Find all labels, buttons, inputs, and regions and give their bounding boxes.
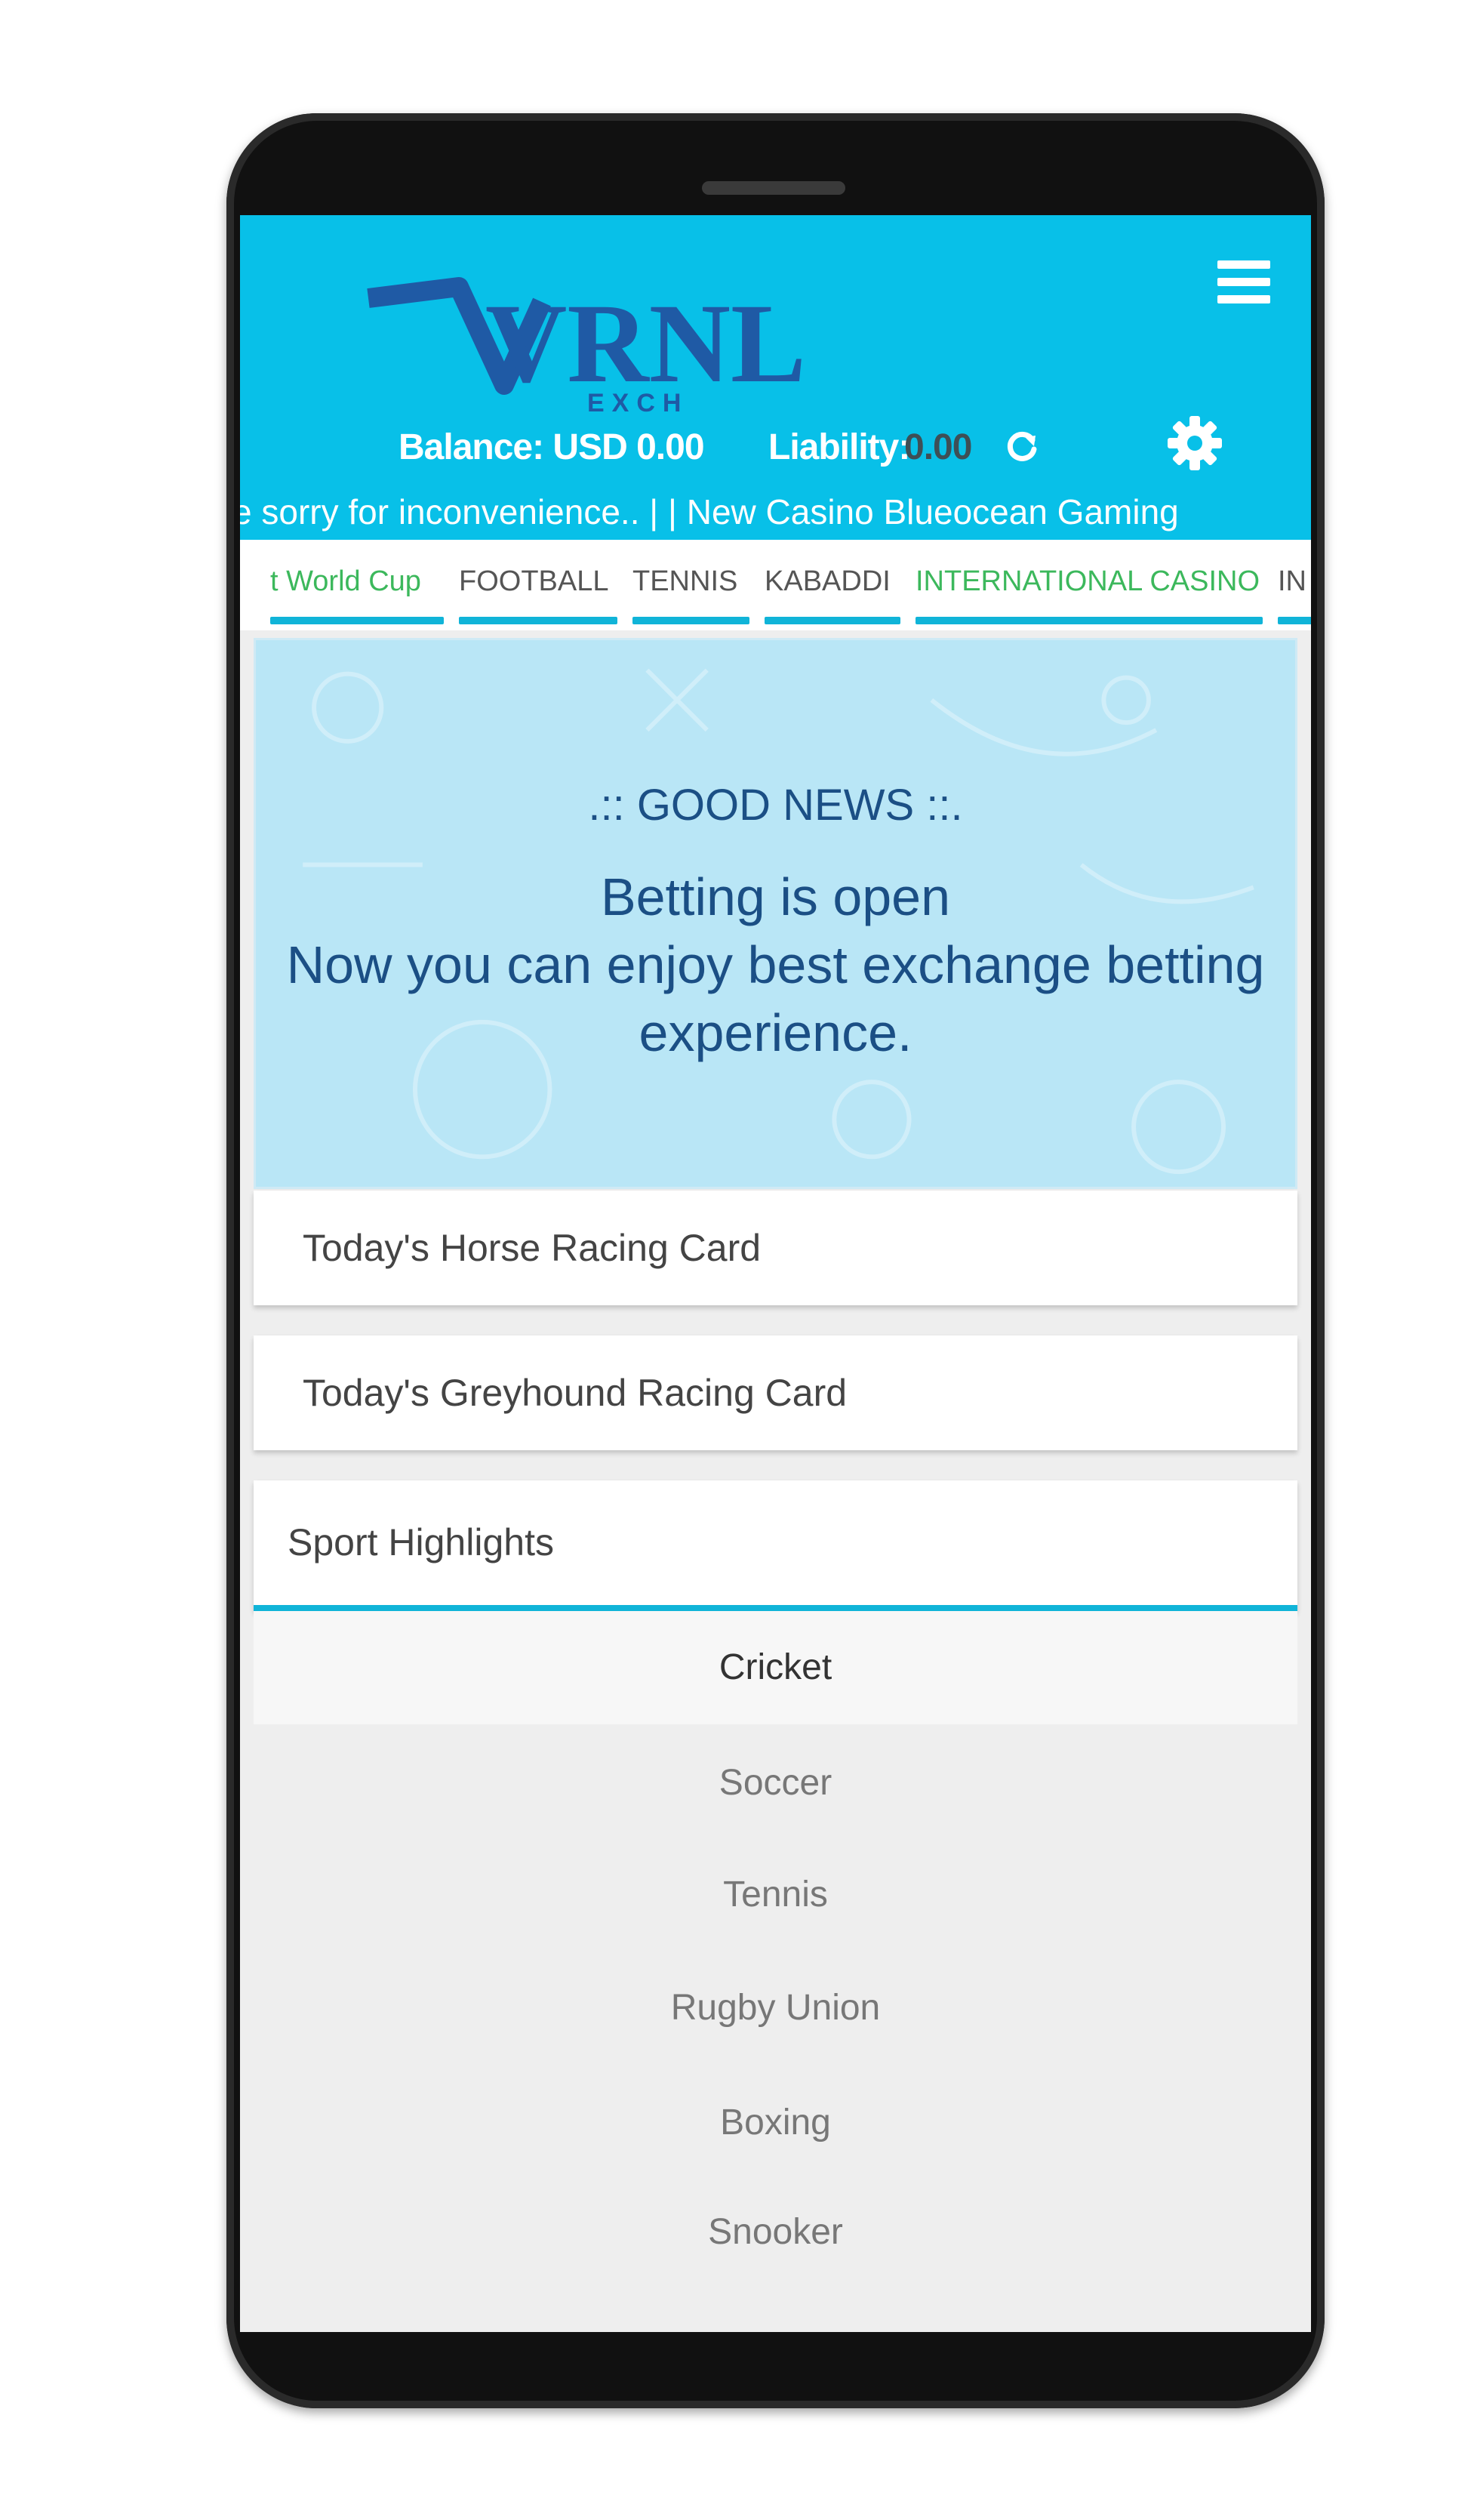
app-header: VRNL EXCH Balance: USD 0.00 Liability: 0… (240, 215, 1311, 540)
banner-line-3: experience. (639, 1003, 912, 1062)
tab-world-cup[interactable]: t World Cup (270, 540, 444, 630)
tab-label: t World Cup (270, 565, 421, 597)
app-screen: VRNL EXCH Balance: USD 0.00 Liability: 0… (240, 215, 1311, 2332)
sport-item-boxing[interactable]: Boxing (254, 2102, 1297, 2143)
horse-racing-label: Today's Horse Racing Card (303, 1227, 762, 1269)
sport-highlights-list: Cricket Soccer Tennis Rugby Union Boxing… (254, 1611, 1297, 2332)
news-marquee: e sorry for inconvenience.. | | New Casi… (240, 488, 1311, 538)
sports-tab-bar: t World Cup FOOTBALL TENNIS KABADDI INTE… (240, 540, 1311, 630)
tab-label: TENNIS (632, 565, 738, 597)
tab-football[interactable]: FOOTBALL (459, 540, 617, 630)
tab-label: IN (1278, 565, 1306, 597)
balance-text: Balance: USD 0.00 (399, 427, 705, 467)
sport-highlights-header[interactable]: Sport Highlights (254, 1480, 1297, 1611)
banner-title: .:: GOOD NEWS ::. (588, 781, 963, 830)
sport-item-rugby-union[interactable]: Rugby Union (254, 1987, 1297, 2029)
tab-label: KABADDI (765, 565, 891, 597)
phone-speaker (702, 181, 845, 195)
logo-text: VRNL (485, 281, 806, 406)
horse-racing-card[interactable]: Today's Horse Racing Card (254, 1191, 1297, 1305)
tab-label: INTERNATIONAL CASINO (916, 565, 1260, 597)
liability-label: Liability: (768, 427, 910, 467)
greyhound-racing-label: Today's Greyhound Racing Card (303, 1372, 848, 1414)
vrnl-logo[interactable]: VRNL EXCH (353, 257, 844, 423)
tab-international-casino[interactable]: INTERNATIONAL CASINO (916, 540, 1263, 630)
sport-item-cricket[interactable]: Cricket (254, 1611, 1297, 1724)
logo-graphic: VRNL EXCH (367, 277, 806, 417)
sport-highlights-label: Sport Highlights (288, 1521, 554, 1563)
sport-item-snooker[interactable]: Snooker (254, 2211, 1297, 2253)
sport-item-tennis[interactable]: Tennis (254, 1874, 1297, 1915)
marquee-text: e sorry for inconvenience.. | | New Casi… (240, 492, 1179, 531)
tab-overflow[interactable]: IN (1278, 540, 1311, 630)
refresh-icon[interactable] (1002, 427, 1042, 466)
phone-frame: VRNL EXCH Balance: USD 0.00 Liability: 0… (226, 113, 1325, 2408)
tab-tennis[interactable]: TENNIS (632, 540, 749, 630)
banner-line-1: Betting is open (600, 867, 951, 926)
tab-label: FOOTBALL (459, 565, 609, 597)
balance-bar: Balance: USD 0.00 Liability: 0.00 (240, 427, 1311, 472)
logo-subtext: EXCH (587, 389, 688, 417)
settings-gear-icon[interactable] (1165, 413, 1225, 473)
tab-kabaddi[interactable]: KABADDI (765, 540, 900, 630)
banner-line-2: Now you can enjoy best exchange betting (286, 935, 1265, 994)
good-news-banner: .:: GOOD NEWS ::. Betting is open Now yo… (254, 638, 1297, 1189)
greyhound-racing-card[interactable]: Today's Greyhound Racing Card (254, 1335, 1297, 1450)
hamburger-menu-icon[interactable] (1217, 260, 1270, 313)
liability-value: 0.00 (904, 427, 972, 467)
sport-item-soccer[interactable]: Soccer (254, 1762, 1297, 1804)
